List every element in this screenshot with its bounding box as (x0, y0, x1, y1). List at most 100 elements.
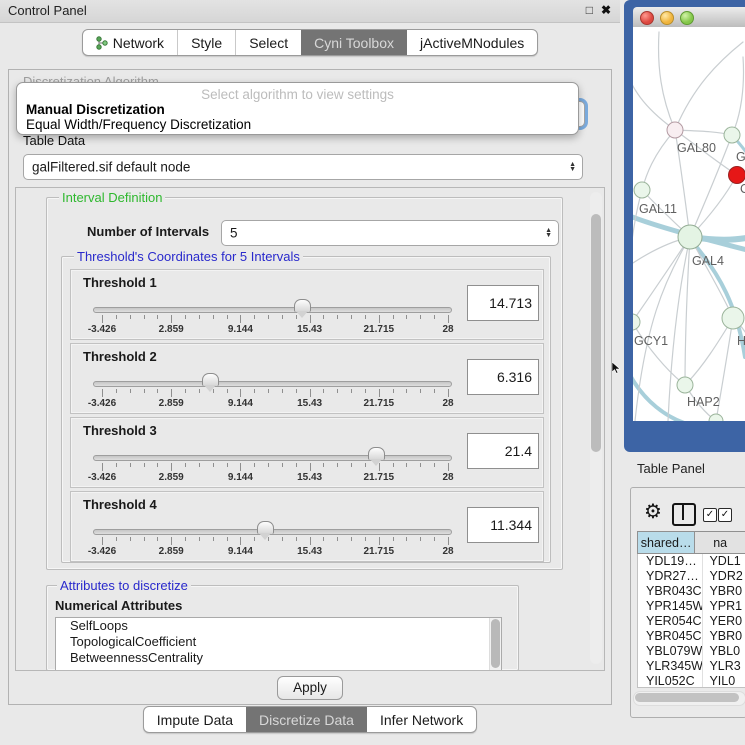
table-cell[interactable]: YLR345W (638, 659, 702, 674)
network-node[interactable] (709, 414, 723, 421)
tab-cyni-toolbox[interactable]: Cyni Toolbox (301, 30, 407, 55)
network-node[interactable] (634, 182, 650, 198)
table-cell[interactable]: YER054C (638, 614, 702, 629)
tick-mark (365, 537, 366, 541)
network-edge[interactable] (675, 42, 743, 130)
table-row[interactable]: YER054CYER0 (638, 614, 745, 629)
vertical-scrollbar[interactable] (590, 192, 602, 664)
table-cell[interactable]: YDL19… (638, 554, 702, 569)
close-icon[interactable]: ✖ (601, 3, 611, 17)
table-columns-icon[interactable] (672, 503, 696, 526)
dropdown-option-equal-width[interactable]: Equal Width/Frequency Discretization (26, 117, 251, 132)
network-edge[interactable] (690, 237, 733, 318)
dropdown-option-manual[interactable]: Manual Discretization (26, 102, 165, 117)
minimize-traffic-light[interactable] (660, 11, 674, 25)
apply-button[interactable]: Apply (277, 676, 343, 700)
network-node[interactable] (724, 127, 740, 143)
tab-discretize-data[interactable]: Discretize Data (246, 707, 367, 732)
network-node-label: GAL4 (692, 254, 724, 268)
threshold-slider-thumb[interactable] (257, 521, 274, 534)
threshold-row: Threshold 1 -3.4262.8599.14415.4321.7152… (70, 269, 544, 340)
tick-mark (323, 315, 324, 319)
table-cell[interactable]: YDL1 (702, 554, 745, 569)
table-data-combobox[interactable]: galFiltered.sif default node ▲▼ (23, 154, 583, 180)
network-node[interactable] (678, 225, 702, 249)
table-cell[interactable]: YBL079W (638, 644, 702, 659)
table-panel-title: Table Panel (637, 461, 705, 476)
number-of-intervals-value: 5 (230, 226, 238, 241)
network-node[interactable] (667, 122, 683, 138)
table-cell[interactable]: YDR27… (638, 569, 702, 584)
table-row[interactable]: YLR345WYLR3 (638, 659, 745, 674)
table-cell[interactable]: YBR045C (638, 629, 702, 644)
table-row[interactable]: YDL19…YDL1 (638, 554, 745, 569)
column-header-shared[interactable]: shared… (637, 531, 695, 554)
table-cell[interactable]: YDR2 (702, 569, 745, 584)
threshold-value-field[interactable]: 11.344 (467, 507, 539, 543)
checkbox-icon[interactable]: ✓ (718, 508, 732, 522)
tab-style[interactable]: Style (177, 30, 235, 55)
threshold-value-field[interactable]: 21.4 (467, 433, 539, 469)
network-edge[interactable] (675, 130, 732, 135)
table-cell[interactable]: YIL0 (702, 674, 745, 688)
table-cell[interactable]: YBR043C (638, 584, 702, 599)
float-window-icon[interactable]: □ (586, 3, 593, 17)
attribute-list-item[interactable]: TopologicalCoefficient (56, 634, 501, 650)
network-node-label: GCY1 (634, 334, 668, 348)
tab-impute-data[interactable]: Impute Data (144, 707, 246, 732)
scrollbar-thumb[interactable] (635, 693, 739, 702)
tab-jactivemnodules[interactable]: jActiveMNodules (407, 30, 537, 55)
tab-infer-network[interactable]: Infer Network (367, 707, 476, 732)
tab-select[interactable]: Select (235, 30, 301, 55)
table-cell[interactable]: YER0 (702, 614, 745, 629)
threshold-slider-thumb[interactable] (368, 447, 385, 460)
threshold-slider-track[interactable] (93, 455, 452, 461)
table-cell[interactable]: YBR0 (702, 584, 745, 599)
table-row[interactable]: YBL079WYBL0 (638, 644, 745, 659)
table-cell[interactable]: YLR3 (702, 659, 745, 674)
tick-mark (185, 315, 186, 319)
table-cell[interactable]: YPR1 (702, 599, 745, 614)
network-edge[interactable] (633, 67, 675, 130)
gear-icon[interactable]: ⚙ (644, 502, 662, 522)
network-node[interactable] (633, 314, 640, 330)
tab-network[interactable]: Network (83, 30, 177, 55)
network-edge[interactable] (659, 32, 675, 130)
threshold-slider-thumb[interactable] (202, 373, 219, 386)
tick-mark (310, 463, 311, 471)
close-traffic-light[interactable] (640, 11, 654, 25)
network-edge[interactable] (732, 57, 744, 135)
network-node[interactable] (677, 377, 693, 393)
network-node[interactable] (729, 167, 745, 184)
table-cell[interactable]: YIL052C (638, 674, 702, 688)
number-of-intervals-combobox[interactable]: 5 ▲▼ (221, 220, 559, 246)
table-cell[interactable]: YBL0 (702, 644, 745, 659)
table-cell[interactable]: YBR0 (702, 629, 745, 644)
table-row[interactable]: YBR043CYBR0 (638, 584, 745, 599)
threshold-value-field[interactable]: 6.316 (467, 359, 539, 395)
attribute-list-item[interactable]: SelfLoops (56, 618, 501, 634)
attribute-list-item[interactable]: BetweennessCentrality (56, 650, 501, 666)
column-header-name[interactable]: na (695, 531, 745, 554)
horizontal-scrollbar[interactable] (633, 691, 745, 706)
list-scrollbar[interactable] (489, 618, 501, 670)
threshold-value-field[interactable]: 14.713 (467, 285, 539, 321)
threshold-slider-thumb[interactable] (294, 299, 311, 312)
table-row[interactable]: YPR145WYPR1 (638, 599, 745, 614)
slider-ticks: -3.4262.8599.14415.4321.71528 (102, 389, 448, 411)
network-edge[interactable] (685, 318, 733, 385)
tick-mark (420, 389, 421, 393)
table-row[interactable]: YDR27…YDR2 (638, 569, 745, 584)
table-row[interactable]: YIL052CYIL0 (638, 674, 745, 688)
checkbox-icon[interactable]: ✓ (703, 508, 717, 522)
table-cell[interactable]: YPR145W (638, 599, 702, 614)
threshold-slider-track[interactable] (93, 307, 452, 313)
scrollbar-thumb[interactable] (491, 619, 500, 668)
network-edge[interactable] (642, 130, 675, 190)
network-canvas[interactable]: GAL80GACGAL11GAL4GCY1HHAP2 (633, 27, 745, 421)
network-node[interactable] (722, 307, 744, 329)
threshold-slider-track[interactable] (93, 381, 452, 387)
table-row[interactable]: YBR045CYBR0 (638, 629, 745, 644)
scrollbar-thumb[interactable] (591, 214, 601, 452)
zoom-traffic-light[interactable] (680, 11, 694, 25)
